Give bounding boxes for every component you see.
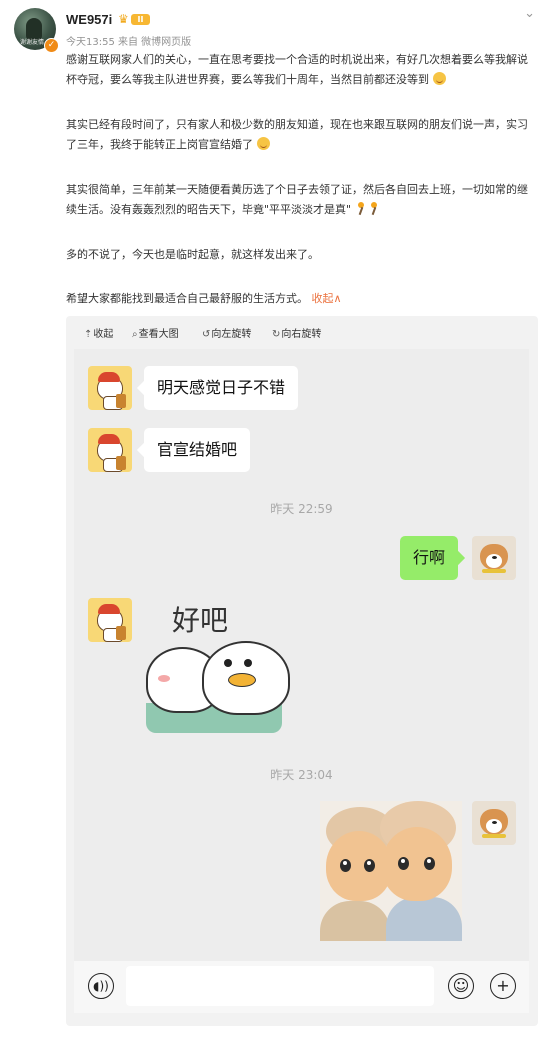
post-paragraph-4: 多的不说了，今天也是临时起意，就这样发出来了。: [66, 248, 319, 261]
chat-bubble-incoming: 官宣结婚吧: [144, 428, 251, 472]
smile-emoji-icon: [432, 72, 446, 85]
chat-input-bar: ◖)) ☺ +: [74, 961, 529, 1013]
tool-label: 收起: [93, 329, 114, 340]
chat-timestamp: 昨天 23:04: [270, 768, 333, 782]
collapse-link[interactable]: 收起∧: [312, 292, 342, 305]
post-paragraph-2: 其实已经有段时间了，只有家人和极少数的朋友知道，现在也来跟互联网的朋友们说一声，…: [66, 115, 534, 155]
paragraph-text: 感谢互联网家人们的关心，一直在思考要找一个合适的时机说出来，有好几次想着要么等我…: [66, 53, 528, 86]
tool-label: 向右旋转: [281, 329, 322, 340]
kittens-photo: [320, 801, 462, 941]
paragraph-text: 希望大家都能找到最适合自己最舒服的生活方式。: [66, 292, 308, 305]
duck-sticker: 好吧: [144, 601, 294, 741]
torch-emoji-icon: [355, 202, 365, 215]
post-meta: 今天13:55 来自 微博网页版: [66, 37, 192, 48]
rotate-left-button[interactable]: ↺向左旋转: [202, 325, 251, 340]
rotate-right-icon: ↻: [272, 329, 281, 340]
chat-bubble-incoming: 明天感觉日子不错: [144, 366, 299, 410]
paragraph-text: 其实已经有段时间了，只有家人和极少数的朋友知道，现在也来跟互联网的朋友们说一声，…: [66, 118, 528, 151]
dog-avatar: [88, 598, 132, 642]
tool-label: 查看大图: [138, 329, 179, 340]
verified-icon: ✓: [44, 38, 59, 53]
view-large-button[interactable]: ⌕查看大图: [132, 325, 179, 340]
emoji-icon[interactable]: ☺: [448, 973, 474, 999]
shiba-avatar: [472, 536, 516, 580]
chat-bubble-outgoing: 行啊: [400, 536, 459, 580]
collapse-image-button[interactable]: ⇡收起: [84, 325, 113, 340]
vip-level-badge[interactable]: ♛ II: [118, 12, 152, 27]
shiba-avatar: [472, 801, 516, 845]
level-label: II: [131, 14, 150, 25]
plus-icon[interactable]: +: [490, 973, 516, 999]
post-paragraph-3: 其实很简单，三年前某一天随便看黄历选了个日子去领了证，然后各自回去上班，一切如常…: [66, 180, 534, 220]
username[interactable]: WE957i: [66, 12, 112, 27]
rotate-right-button[interactable]: ↻向右旋转: [272, 325, 321, 340]
dog-avatar: [88, 366, 132, 410]
wink-emoji-icon: [256, 137, 270, 150]
tool-label: 向左旋转: [211, 329, 252, 340]
collapse-icon: ⇡: [84, 329, 93, 340]
chat-timestamp: 昨天 22:59: [270, 502, 333, 516]
dog-avatar: [88, 428, 132, 472]
chat-screenshot: 明天感觉日子不错 官宣结婚吧 昨天 22:59 行啊 好吧 昨天 23:04: [74, 349, 529, 961]
post-paragraph-1: 感谢互联网家人们的关心，一直在思考要找一个合适的时机说出来，有好几次想着要么等我…: [66, 50, 534, 90]
message-input[interactable]: [126, 966, 434, 1006]
post-paragraph-5: 希望大家都能找到最适合自己最舒服的生活方式。 收起∧: [66, 289, 534, 309]
magnifier-icon: ⌕: [132, 329, 138, 340]
avatar-caption: 谢谢友情: [20, 39, 45, 46]
voice-icon[interactable]: ◖)): [88, 973, 114, 999]
crown-icon: ♛: [118, 12, 129, 26]
paragraph-text: 其实很简单，三年前某一天随便看黄历选了个日子去领了证，然后各自回去上班，一切如常…: [66, 183, 528, 216]
rotate-left-icon: ↺: [202, 329, 211, 340]
torch-emoji-icon: [368, 202, 378, 215]
chevron-down-icon[interactable]: ⌄: [524, 6, 535, 21]
sticker-text: 好吧: [172, 604, 229, 637]
